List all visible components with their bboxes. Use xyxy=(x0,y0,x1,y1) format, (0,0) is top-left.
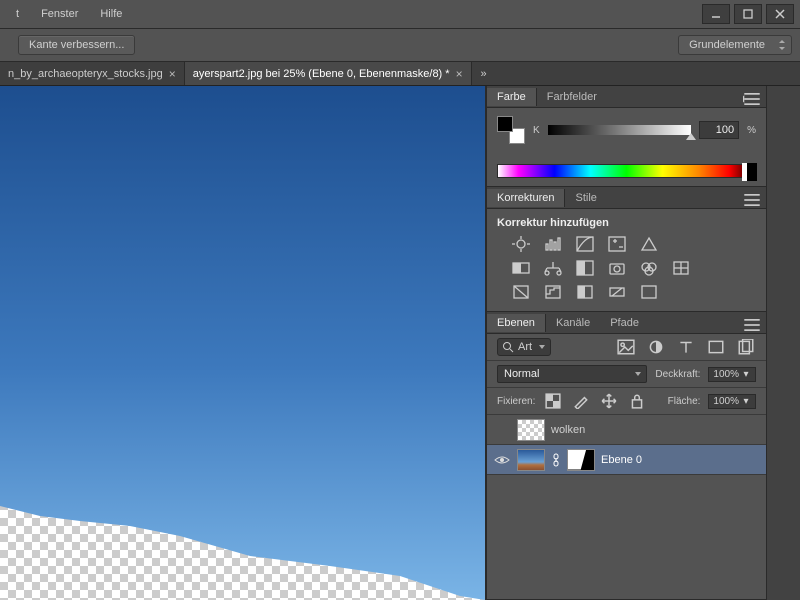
fill-value: 100% xyxy=(713,396,739,407)
channel-mixer-icon[interactable] xyxy=(639,259,659,277)
layers-panel: Ebenen Kanäle Pfade Art N xyxy=(487,312,766,600)
adjustments-panel: Korrekturen Stile Korrektur hinzufügen xyxy=(487,187,766,312)
color-spectrum[interactable] xyxy=(497,164,756,178)
percent-label: % xyxy=(747,125,756,136)
fill-input[interactable]: 100% ▾ xyxy=(708,394,756,409)
tab-ebenen[interactable]: Ebenen xyxy=(487,314,546,332)
color-lookup-icon[interactable] xyxy=(671,259,691,277)
tab-farbfelder[interactable]: Farbfelder xyxy=(537,88,607,106)
curves-icon[interactable] xyxy=(575,235,595,253)
panel-menu-icon[interactable] xyxy=(742,191,762,209)
gradient-map-icon[interactable] xyxy=(607,283,627,301)
maximize-button[interactable] xyxy=(734,4,762,24)
black-white-icon[interactable] xyxy=(575,259,595,277)
panel-menu-icon[interactable] xyxy=(742,316,762,334)
document-tab-2-label: ayerspart2.jpg bei 25% (Ebene 0, Ebenenm… xyxy=(193,68,450,80)
lock-position-icon[interactable] xyxy=(599,392,619,410)
filter-shape-icon[interactable] xyxy=(706,338,726,356)
brightness-contrast-icon[interactable] xyxy=(511,235,531,253)
invert-icon[interactable] xyxy=(511,283,531,301)
k-slider[interactable] xyxy=(548,125,691,135)
lock-transparency-icon[interactable] xyxy=(543,392,563,410)
close-icon[interactable]: × xyxy=(169,67,176,81)
layer-list: wolken Ebene 0 xyxy=(487,415,766,475)
menu-bar: t Fenster Hilfe xyxy=(6,4,132,24)
threshold-icon[interactable] xyxy=(575,283,595,301)
opacity-value: 100% xyxy=(713,369,739,380)
layer-mask-thumbnail[interactable] xyxy=(567,449,595,471)
foreground-color-swatch[interactable] xyxy=(497,116,513,132)
tab-farbe[interactable]: Farbe xyxy=(487,88,537,106)
search-icon xyxy=(502,341,514,353)
k-value-input[interactable] xyxy=(699,121,739,139)
adjustments-heading: Korrektur hinzufügen xyxy=(497,217,756,229)
document-tab-2[interactable]: ayerspart2.jpg bei 25% (Ebene 0, Ebenenm… xyxy=(185,62,472,85)
levels-icon[interactable] xyxy=(543,235,563,253)
opacity-input[interactable]: 100% ▾ xyxy=(708,367,756,382)
photo-filter-icon[interactable] xyxy=(607,259,627,277)
layer-row-ebene0[interactable]: Ebene 0 xyxy=(487,445,766,475)
title-bar: t Fenster Hilfe xyxy=(0,0,800,28)
collapsed-panel-dock[interactable] xyxy=(766,86,800,600)
menu-hilfe[interactable]: Hilfe xyxy=(90,4,132,24)
blend-mode-dropdown[interactable]: Normal xyxy=(497,365,647,383)
minimize-button[interactable] xyxy=(702,4,730,24)
right-panels: Farbe Farbfelder K % xyxy=(486,86,766,600)
lock-pixels-icon[interactable] xyxy=(571,392,591,410)
fill-label: Fläche: xyxy=(668,396,701,407)
filter-type-icon[interactable] xyxy=(676,338,696,356)
layer-name[interactable]: wolken xyxy=(551,424,585,436)
menu-fenster[interactable]: Fenster xyxy=(31,4,88,24)
filter-pixel-icon[interactable] xyxy=(616,338,636,356)
mask-link-icon[interactable] xyxy=(551,452,561,468)
close-icon[interactable]: × xyxy=(456,67,463,81)
document-tabs: n_by_archaeopteryx_stocks.jpg × ayerspar… xyxy=(0,62,800,86)
visibility-toggle[interactable] xyxy=(493,421,511,439)
color-panel: Farbe Farbfelder K % xyxy=(487,86,766,187)
vibrance-icon[interactable] xyxy=(639,235,659,253)
tabs-overflow-button[interactable]: » xyxy=(472,62,496,85)
menu-truncated[interactable]: t xyxy=(6,4,29,24)
document-tab-1-label: n_by_archaeopteryx_stocks.jpg xyxy=(8,68,163,80)
document-canvas[interactable] xyxy=(0,86,485,600)
refine-edge-button[interactable]: Kante verbessern... xyxy=(18,35,135,55)
options-bar: Kante verbessern... Grundelemente xyxy=(0,28,800,62)
document-tab-1[interactable]: n_by_archaeopteryx_stocks.jpg × xyxy=(0,62,185,85)
tab-pfade[interactable]: Pfade xyxy=(600,314,649,332)
layer-filter-type[interactable]: Art xyxy=(497,338,551,356)
filter-smart-icon[interactable] xyxy=(736,338,756,356)
posterize-icon[interactable] xyxy=(543,283,563,301)
layer-filter-label: Art xyxy=(518,341,532,353)
window-controls xyxy=(698,4,794,24)
hue-saturation-icon[interactable] xyxy=(511,259,531,277)
exposure-icon[interactable] xyxy=(607,235,627,253)
chevron-down-icon[interactable]: ▾ xyxy=(741,396,751,407)
tab-stile[interactable]: Stile xyxy=(565,189,606,207)
lock-label: Fixieren: xyxy=(497,396,535,407)
foreground-background-swatch[interactable] xyxy=(497,116,525,144)
layer-thumbnail[interactable] xyxy=(517,449,545,471)
layer-row-wolken[interactable]: wolken xyxy=(487,415,766,445)
close-button[interactable] xyxy=(766,4,794,24)
chevron-down-icon[interactable]: ▾ xyxy=(741,369,751,380)
lock-all-icon[interactable] xyxy=(627,392,647,410)
opacity-label: Deckkraft: xyxy=(655,369,700,380)
tab-kanale[interactable]: Kanäle xyxy=(546,314,600,332)
workspace: Farbe Farbfelder K % xyxy=(0,86,800,600)
filter-adjust-icon[interactable] xyxy=(646,338,666,356)
panel-menu-icon[interactable] xyxy=(742,90,762,108)
eye-icon xyxy=(494,454,510,466)
canvas-area[interactable] xyxy=(0,86,486,600)
workspace-switcher[interactable]: Grundelemente xyxy=(678,35,792,55)
layer-name[interactable]: Ebene 0 xyxy=(601,454,642,466)
selective-color-icon[interactable] xyxy=(639,283,659,301)
color-balance-icon[interactable] xyxy=(543,259,563,277)
tab-korrekturen[interactable]: Korrekturen xyxy=(487,189,565,207)
layer-thumbnail[interactable] xyxy=(517,419,545,441)
channel-k-label: K xyxy=(533,125,540,136)
visibility-toggle[interactable] xyxy=(493,451,511,469)
